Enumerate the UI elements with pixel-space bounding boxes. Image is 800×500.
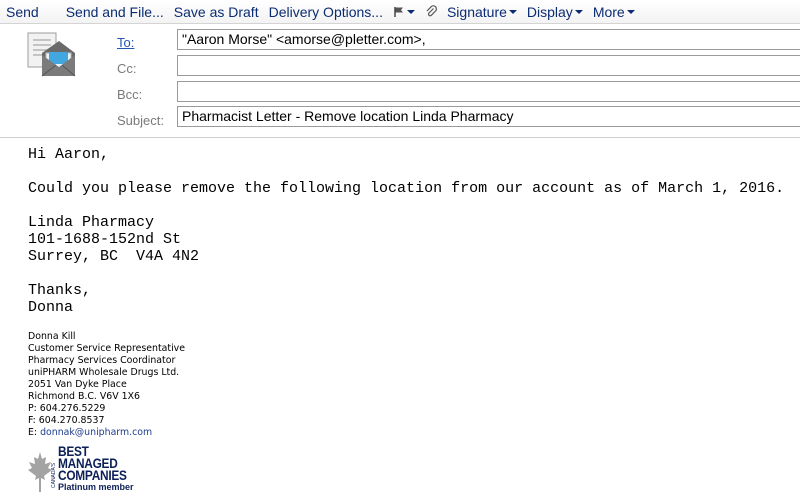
signature-email-prefix: E: — [28, 427, 41, 438]
signature-title-2: Pharmacy Services Coordinator — [28, 355, 176, 366]
display-menu-label: Display — [526, 3, 573, 20]
chevron-down-icon — [626, 9, 635, 14]
message-body[interactable]: Hi Aaron, Could you please remove the fol… — [28, 146, 784, 316]
chevron-down-icon — [574, 9, 583, 14]
to-field[interactable]: "Aaron Morse" <amorse@pletter.com>, — [177, 29, 800, 50]
paperclip-icon — [425, 5, 437, 18]
bcc-field[interactable] — [177, 81, 800, 102]
signature-title-1: Customer Service Representative — [28, 343, 185, 354]
best-managed-companies-logo: CANADA'S BEST MANAGED COMPANIES Platinum… — [27, 445, 137, 496]
signature-address-1: 2051 Van Dyke Place — [28, 379, 127, 390]
save-as-draft-button[interactable]: Save as Draft — [169, 0, 264, 24]
logo-line-3: COMPANIES — [58, 468, 127, 483]
location-name: Linda Pharmacy — [28, 214, 155, 231]
body-closing: Thanks, — [28, 282, 92, 299]
send-and-file-button[interactable]: Send and File... — [61, 0, 169, 24]
cc-field[interactable] — [177, 55, 800, 76]
signature-phone: P: 604.276.5229 — [28, 403, 106, 414]
location-city: Surrey, BC V4A 4N2 — [28, 248, 200, 265]
more-menu-button[interactable]: More — [588, 0, 640, 24]
subject-label: Subject: — [117, 113, 164, 128]
body-greeting: Hi Aaron, — [28, 146, 110, 163]
flag-menu-button[interactable] — [388, 0, 420, 24]
chevron-down-icon — [508, 9, 517, 14]
subject-field[interactable]: Pharmacist Letter - Remove location Lind… — [177, 106, 800, 127]
cc-label: Cc: — [117, 61, 137, 76]
delivery-options-button[interactable]: Delivery Options... — [264, 0, 388, 24]
body-sender: Donna — [28, 299, 74, 316]
logo-line-4: Platinum member — [58, 482, 134, 492]
signature-menu-label: Signature — [446, 3, 507, 20]
location-street: 101-1688-152nd St — [28, 231, 182, 248]
attach-button[interactable] — [420, 0, 442, 24]
compose-toolbar: Send Send and File... Save as Draft Deli… — [0, 0, 800, 24]
display-menu-button[interactable]: Display — [522, 0, 588, 24]
message-header: To: "Aaron Morse" <amorse@pletter.com>, … — [0, 25, 800, 138]
to-label[interactable]: To: — [117, 35, 134, 50]
maple-leaf-icon — [28, 452, 52, 492]
signature-company: uniPHARM Wholesale Drugs Ltd. — [28, 367, 180, 378]
send-button[interactable]: Send — [0, 0, 61, 24]
signature-name: Donna Kill — [28, 331, 76, 342]
logo-side-text: CANADA'S — [51, 462, 57, 488]
more-menu-label: More — [592, 3, 625, 20]
body-request: Could you please remove the following lo… — [28, 180, 785, 197]
signature-menu-button[interactable]: Signature — [442, 0, 522, 24]
bcc-label: Bcc: — [117, 87, 143, 102]
signature-email-link[interactable]: donnak@unipharm.com — [40, 427, 152, 438]
email-signature: Donna Kill Customer Service Representati… — [28, 331, 185, 439]
signature-fax: F: 604.270.8537 — [28, 415, 105, 426]
signature-address-2: Richmond B.C. V6V 1X6 — [28, 391, 140, 402]
flag-icon — [393, 6, 405, 18]
envelope-icon — [26, 31, 76, 77]
signature-email-line: E: donnak@unipharm.com — [28, 427, 185, 439]
chevron-down-icon — [406, 9, 415, 14]
logo-text: BEST MANAGED COMPANIES Platinum member — [58, 445, 136, 493]
